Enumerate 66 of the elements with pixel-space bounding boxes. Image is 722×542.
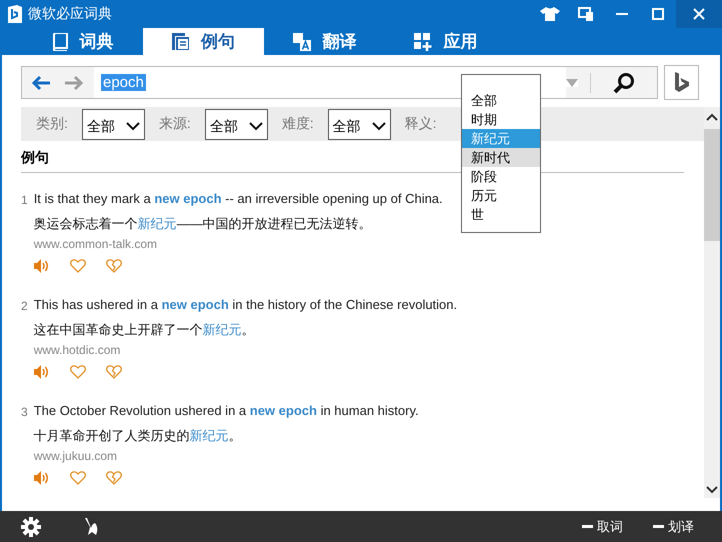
filter-label: 难度: [282,115,314,133]
example-translation: 十月革命开创了人类历史的新纪元。 [34,427,243,445]
example-translation: 这在中国革命史上开辟了一个新纪元。 [34,321,256,339]
example-sentence: The October Revolution ushered in a new epoch in human history. [34,403,419,420]
scrollbar[interactable] [704,107,720,498]
dropdown-option[interactable]: 新时代 [462,148,540,167]
example-translation: 奥运会标志着一个新纪元——中国的开放进程已无法逆转。 [34,215,373,233]
broken-heart-icon[interactable] [106,471,122,485]
dropdown-option[interactable]: 阶段 [462,167,540,186]
dropdown-option[interactable]: 历元 [462,186,540,205]
close-button[interactable] [676,0,722,28]
chevron-down-icon [126,122,140,131]
source-link[interactable]: www.jukuu.com [34,449,118,471]
chevron-down-icon [372,122,386,131]
bing-logo-icon [674,72,690,94]
filter-label: 释义: [404,115,437,133]
windows-icon [578,7,594,21]
butterfly-icon[interactable] [83,518,99,536]
forward-arrow-icon[interactable] [64,74,84,90]
search-icon[interactable] [613,72,635,94]
translate-icon [292,32,310,50]
chevron-down-icon [248,122,263,131]
scroll-up-icon[interactable] [706,113,718,121]
heart-icon[interactable] [70,471,86,485]
filter-dropdown[interactable]: 全部 [204,108,268,140]
app-logo-icon [8,5,22,23]
example-number: 2 [21,299,28,315]
filter-dropdown[interactable]: 全部 [328,108,391,140]
example-number: 3 [21,405,28,421]
broken-heart-icon[interactable] [106,259,122,273]
source-link[interactable]: www.common-talk.com [34,237,158,259]
apps-icon [414,32,432,50]
toggle-button[interactable]: 划译 [653,518,694,536]
tab[interactable]: 翻译 [264,28,385,55]
filter-dropdown[interactable]: 全部 [82,108,145,140]
close-icon [692,7,706,21]
book-icon [52,32,68,50]
tab[interactable]: 例句 [143,28,264,55]
example-sentence: It is that they mark a new epoch -- an irreversible opening up of China. [34,191,443,208]
tab[interactable]: 词典 [22,28,143,55]
example-sentence: This has ushered in a new epoch in the history of the Chinese revolution. [34,297,458,314]
source-link[interactable]: www.hotdic.com [34,343,120,365]
settings-icon[interactable] [21,516,41,536]
dropdown-option[interactable]: 时期 [462,110,540,129]
speaker-icon[interactable] [34,259,50,273]
window-title: 微软必应词典 [28,5,112,23]
shirt-icon [540,7,560,21]
maximize-icon [651,7,665,21]
search-text: epoch [101,74,146,91]
bing-button[interactable] [664,65,699,100]
speaker-icon[interactable] [34,365,50,379]
heart-icon[interactable] [70,365,86,379]
filter-label: 来源: [158,115,191,133]
heart-icon[interactable] [70,259,86,273]
filter-label: 类别: [36,115,68,133]
speaker-icon[interactable] [34,471,50,485]
scrollbar-thumb[interactable] [704,129,720,241]
dropdown-arrow-icon[interactable] [566,78,578,86]
toggle-button[interactable]: 取词 [582,518,623,536]
dropdown-option[interactable]: 世 [462,205,540,224]
list-icon [172,33,189,50]
back-arrow-icon[interactable] [31,74,51,90]
broken-heart-icon[interactable] [106,365,122,379]
tab[interactable]: 应用 [385,28,506,55]
example-number: 1 [21,193,28,209]
scroll-down-icon[interactable] [706,486,718,494]
